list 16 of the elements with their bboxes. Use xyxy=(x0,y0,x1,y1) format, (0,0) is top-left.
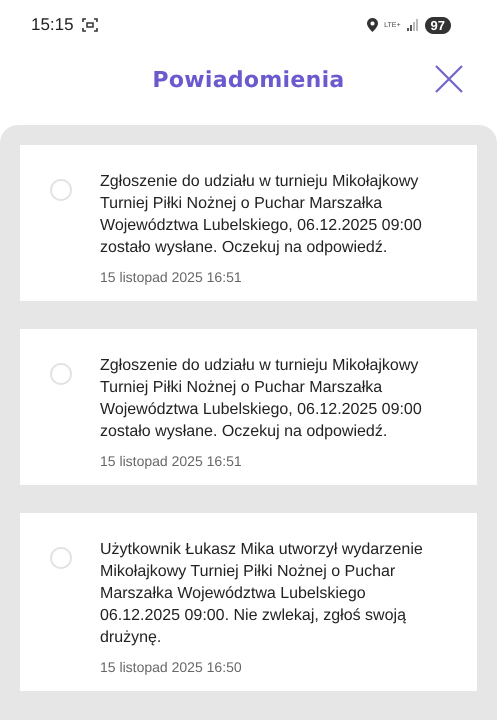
screen-title: Powiadomienia xyxy=(152,68,345,92)
notification-time: 15 listopad 2025 16:50 xyxy=(100,659,243,675)
location-icon xyxy=(367,18,378,32)
notification-message: Zgłoszenie do udziału w turnieju Mikołajkowy Turniej Piłki Nożnej o Puchar Marszałka Województwa Lubelskiego, 06.12.2025 09:00 zostało wysłane. Oczekuj na odpowiedź. xyxy=(100,356,423,442)
notification-time: 15 listopad 2025 16:51 xyxy=(100,269,243,285)
radio-button[interactable] xyxy=(50,179,72,201)
radio-button[interactable] xyxy=(50,363,72,385)
notification-message: Zgłoszenie do udziału w turnieju Mikołajkowy Turniej Piłki Nożnej o Puchar Marszałka Województwa Lubelskiego, 06.12.2025 09:00 zostało wysłane. Oczekuj na odpowiedź. xyxy=(100,172,423,258)
clock: 15:15 xyxy=(31,15,74,35)
notification-time: 15 listopad 2025 16:51 xyxy=(100,453,243,469)
radio-button[interactable] xyxy=(50,547,72,569)
close-button[interactable] xyxy=(433,63,465,95)
notification-message: Użytkownik Łukasz Mika utworzył wydarzenie Mikołajkowy Turniej Piłki Nożnej o Puchar Marszałka Województwa Lubelskiego 06.12.2025 09:00. Nie zwlekaj, zgłoś swoją drużynę. xyxy=(100,540,424,648)
screenshot-icon xyxy=(82,17,98,33)
signal-icon xyxy=(406,19,419,31)
battery-level: 97 xyxy=(424,16,451,34)
